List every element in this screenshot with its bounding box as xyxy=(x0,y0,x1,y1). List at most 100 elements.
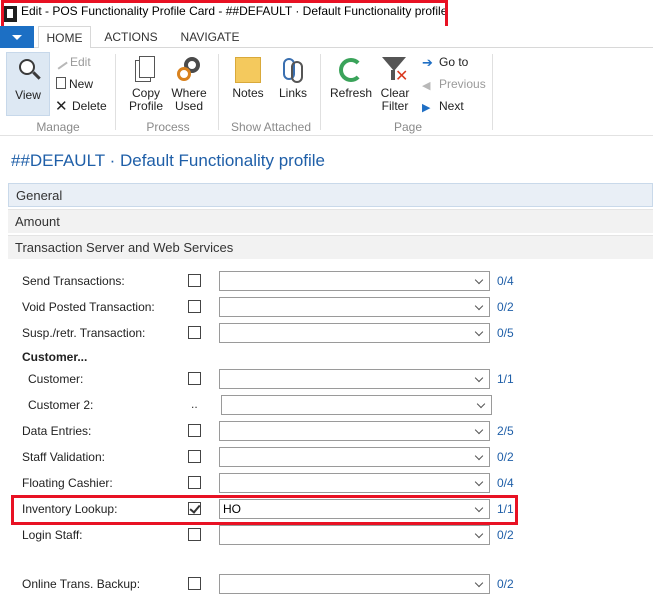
view-label: View xyxy=(15,88,41,102)
field-void-posted-transaction: Void Posted Transaction: 0/2 xyxy=(0,296,653,318)
ribbon-separator xyxy=(320,54,321,130)
group-label-page: Page xyxy=(393,120,423,134)
dropdown[interactable] xyxy=(219,369,490,389)
new-label: New xyxy=(69,77,94,91)
copy-profile-button[interactable]: Copy Profile xyxy=(124,55,168,113)
dropdown[interactable] xyxy=(221,395,492,415)
dropdown[interactable] xyxy=(219,473,490,493)
ribbon-separator xyxy=(115,54,116,130)
refresh-label: Refresh xyxy=(329,86,373,100)
count-link[interactable]: 0/2 xyxy=(497,300,514,314)
checkbox[interactable] xyxy=(188,300,201,313)
copy-profile-label-2: Profile xyxy=(128,99,163,113)
inventory-lookup-highlight xyxy=(11,495,518,525)
count-link[interactable]: 0/2 xyxy=(497,450,514,464)
next-button[interactable]: ▶ Next xyxy=(422,99,464,114)
field-label: Data Entries: xyxy=(22,424,92,438)
go-to-button[interactable]: ➔ Go to xyxy=(422,55,468,69)
triangle-left-icon: ◀ xyxy=(422,80,431,92)
chevron-down-icon xyxy=(476,399,486,409)
field-staff-validation: Staff Validation: 0/2 xyxy=(0,446,653,468)
checkbox[interactable] xyxy=(188,372,201,385)
field-label: Online Trans. Backup: xyxy=(22,577,141,591)
checkbox[interactable] xyxy=(188,450,201,463)
dropdown[interactable] xyxy=(219,447,490,467)
checkbox[interactable] xyxy=(188,476,201,489)
count-link[interactable]: 2/5 xyxy=(497,424,514,438)
previous-label: Previous xyxy=(439,77,486,91)
tab-home[interactable]: HOME xyxy=(38,26,91,49)
delete-icon: ✕ xyxy=(55,98,68,115)
group-label-manage: Manage xyxy=(36,120,80,134)
go-to-label: Go to xyxy=(439,55,469,69)
delete-button[interactable]: ✕ Delete xyxy=(55,98,107,115)
ribbon-separator xyxy=(218,54,219,130)
refresh-button[interactable]: Refresh xyxy=(328,55,374,100)
fasttab-amount[interactable]: Amount xyxy=(8,209,653,233)
chevron-down-icon xyxy=(474,327,484,337)
arrow-right-icon: ➔ xyxy=(422,55,433,70)
where-used-label-1: Where xyxy=(171,86,207,100)
new-button[interactable]: New xyxy=(56,77,93,91)
fasttab-general[interactable]: General xyxy=(8,183,653,207)
clear-filter-button[interactable]: ✕ Clear Filter xyxy=(375,55,415,113)
count-link[interactable]: 1/1 xyxy=(497,372,514,386)
links-label: Links xyxy=(278,86,307,100)
page-title: ##DEFAULT · Default Functionality profil… xyxy=(11,151,326,170)
count-link[interactable]: 0/2 xyxy=(497,528,514,542)
notes-icon xyxy=(233,55,263,85)
copy-profile-label-1: Copy xyxy=(131,86,160,100)
links-button[interactable]: Links xyxy=(273,55,313,100)
dropdown[interactable] xyxy=(219,574,490,594)
view-button[interactable]: View xyxy=(6,52,50,116)
where-used-icon xyxy=(174,55,204,85)
field-susp-retr-transaction: Susp./retr. Transaction: 0/5 xyxy=(0,322,653,344)
checkbox[interactable] xyxy=(188,424,201,437)
pencil-icon xyxy=(55,58,68,70)
field-label: Floating Cashier: xyxy=(22,476,113,490)
refresh-icon xyxy=(336,55,366,85)
field-login-staff: Login Staff: 0/2 xyxy=(0,524,653,546)
edit-button[interactable]: Edit xyxy=(55,55,91,70)
checkbox[interactable] xyxy=(188,274,201,287)
group-label: Customer... xyxy=(22,350,88,364)
count-link[interactable]: 0/2 xyxy=(497,577,514,591)
clear-filter-label-1: Clear xyxy=(380,86,410,100)
dropdown[interactable] xyxy=(219,323,490,343)
dropdown[interactable] xyxy=(219,297,490,317)
clear-filter-label-2: Filter xyxy=(381,99,409,113)
dropdown[interactable] xyxy=(219,271,490,291)
tab-navigate[interactable]: NAVIGATE xyxy=(174,26,246,49)
notes-button[interactable]: Notes xyxy=(228,55,268,100)
field-label: Customer 2: xyxy=(28,398,94,412)
new-document-icon xyxy=(56,77,66,89)
chevron-down-icon xyxy=(474,451,484,461)
notes-label: Notes xyxy=(232,86,264,100)
count-link[interactable]: 0/4 xyxy=(497,274,514,288)
field-floating-cashier: Floating Cashier: 0/4 xyxy=(0,472,653,494)
previous-button[interactable]: ◀ Previous xyxy=(422,77,486,92)
tab-actions[interactable]: ACTIONS xyxy=(98,26,164,49)
dropdown[interactable] xyxy=(219,525,490,545)
view-icon xyxy=(13,57,43,87)
ellipsis: .. xyxy=(191,397,198,411)
chevron-down-icon xyxy=(474,373,484,383)
field-label: Login Staff: xyxy=(22,528,83,542)
field-customer-2: Customer 2: .. xyxy=(0,394,653,416)
checkbox[interactable] xyxy=(188,326,201,339)
dropdown[interactable] xyxy=(219,421,490,441)
where-used-button[interactable]: Where Used xyxy=(168,55,210,113)
field-data-entries: Data Entries: 2/5 xyxy=(0,420,653,442)
app-menu-button[interactable] xyxy=(0,26,34,48)
triangle-right-icon: ▶ xyxy=(422,102,431,114)
checkbox[interactable] xyxy=(188,528,201,541)
count-link[interactable]: 0/4 xyxy=(497,476,514,490)
next-label: Next xyxy=(439,99,464,113)
checkbox[interactable] xyxy=(188,577,201,590)
chevron-down-icon xyxy=(474,425,484,435)
chevron-down-icon xyxy=(474,578,484,588)
count-link[interactable]: 0/5 xyxy=(497,326,514,340)
field-label: Customer: xyxy=(28,372,84,386)
delete-label: Delete xyxy=(72,99,107,113)
fasttab-transaction-server[interactable]: Transaction Server and Web Services xyxy=(8,235,653,259)
